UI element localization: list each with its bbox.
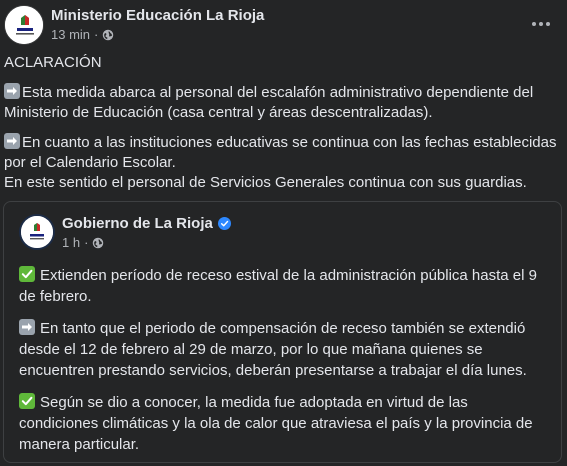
post-paragraph-2-line-1-text: En cuanto a las instituciones educativas… [4,134,557,171]
post-paragraph-2-line-2: En este sentido el personal de Servicios… [4,174,527,191]
post-paragraph-heading: ACLARACIÓN [4,54,102,71]
shared-meta-separator: · [84,235,89,250]
shared-post-author[interactable]: Gobierno de La Rioja [62,215,213,232]
shared-post-card[interactable]: Gobierno de La Rioja 1 h · Extienden per… [3,201,562,463]
globe-icon [103,29,114,40]
post-paragraph-2: En cuanto a las instituciones educativas… [4,133,560,193]
shared-post-meta: 1 h · [62,235,104,250]
post-header: Ministerio Educación La Rioja 13 min · [0,0,567,52]
check-mark-emoji-icon [19,393,35,409]
post-paragraph-2-line-1: En cuanto a las instituciones educativas… [4,133,560,173]
shared-post-text: Extienden período de receso estival de l… [19,265,549,466]
shared-paragraph-3-text: Según se dio a conocer, la medida fue ad… [19,394,533,453]
la-rioja-logo-icon [5,6,43,44]
shared-paragraph-3: Según se dio a conocer, la medida fue ad… [19,392,549,455]
more-options-button[interactable] [529,12,553,36]
shared-paragraph-1: Extienden período de receso estival de l… [19,265,549,307]
shared-post-author-row: Gobierno de La Rioja [62,215,231,232]
post-meta: 13 min · [51,27,114,42]
verified-badge-icon [217,217,231,230]
shared-post-time[interactable]: 1 h [62,235,80,250]
shared-paragraph-2: En tanto que el periodo de compensación … [19,318,549,381]
arrow-right-emoji-icon [19,319,35,335]
meta-separator: · [94,27,99,42]
la-rioja-logo-icon [21,216,53,248]
post-time[interactable]: 13 min [51,27,90,42]
globe-icon [93,237,104,248]
shared-paragraph-2-text: En tanto que el periodo de compensación … [19,320,527,379]
facebook-post: Ministerio Educación La Rioja 13 min · A… [0,0,567,463]
post-paragraph-1: Esta medida abarca al personal del escal… [4,83,560,123]
post-author[interactable]: Ministerio Educación La Rioja [51,7,264,24]
check-mark-emoji-icon [19,266,35,282]
post-text: ACLARACIÓN Esta medida abarca al persona… [4,53,560,203]
arrow-right-emoji-icon [4,83,20,99]
post-paragraph-1-text: Esta medida abarca al personal del escal… [4,84,534,121]
shared-paragraph-1-text: Extienden período de receso estival de l… [19,267,537,305]
more-options-icon [532,22,550,26]
arrow-right-emoji-icon [4,133,20,149]
page-avatar[interactable] [4,5,44,45]
shared-page-avatar[interactable] [19,214,55,250]
